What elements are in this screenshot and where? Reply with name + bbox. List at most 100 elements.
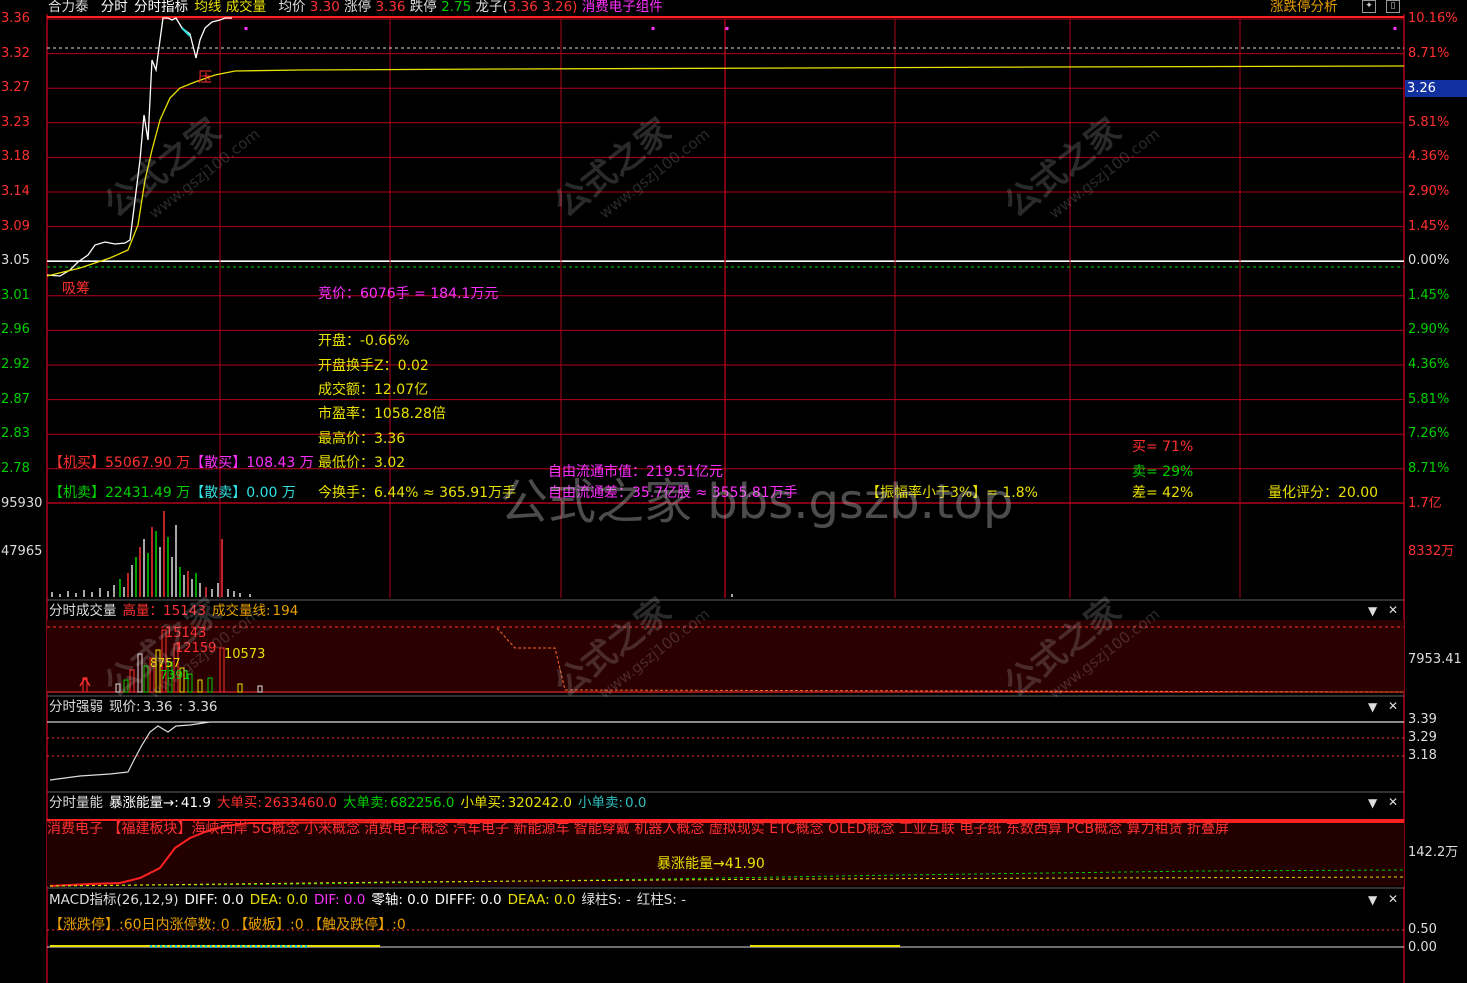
pin-icon[interactable]: ✦ <box>1362 0 1376 13</box>
macd-bar <box>260 945 262 948</box>
tab-indicator[interactable]: 分时指标 <box>134 0 188 15</box>
energy-dropdown-icon[interactable]: ▼ <box>1368 796 1377 810</box>
price-tick: 3.32 <box>1 45 30 61</box>
energy-bigsell-value: 682256.0 <box>390 795 455 811</box>
strength-close-icon[interactable]: ✕ <box>1388 699 1398 713</box>
signal-dot <box>244 27 248 30</box>
price-tick: 3.09 <box>1 218 30 234</box>
sector-name[interactable]: 消费电子组件 <box>582 0 663 15</box>
inst-buy-row: 【机买】55067.90 万【散买】108.43 万 <box>49 455 314 471</box>
energy-smallsell-value: 0.0 <box>625 795 647 811</box>
quant-score: 量化评分：20.00 <box>1268 485 1379 501</box>
turnover-info: 今换手：6.44% ≈ 365.91万手 <box>318 485 517 501</box>
retail-buy-label: 【散买】 <box>190 455 247 471</box>
strength-dropdown-icon[interactable]: ▼ <box>1368 700 1377 714</box>
energy-close-icon[interactable]: ✕ <box>1388 795 1398 809</box>
auction-info: 竞价：6076手 = 184.1万元 <box>318 286 499 302</box>
fsvol-title[interactable]: 分时成交量 <box>49 603 117 619</box>
limit-down-label: 跌停 <box>409 0 437 15</box>
energy-title[interactable]: 分时量能 <box>49 795 103 811</box>
percent-tick: 8.71% <box>1408 45 1450 61</box>
vol-axis-mid: 47965 <box>1 544 43 559</box>
macd-bar <box>305 945 307 948</box>
macd-bar <box>215 945 217 948</box>
price-tick: 2.87 <box>1 391 30 407</box>
percent-tick: 5.81% <box>1408 391 1450 407</box>
dragon-v2: 3.26) <box>542 0 578 15</box>
strength-price-value2: : 3.36 <box>178 699 218 715</box>
pe-info: 市盈率：1058.28倍 <box>318 406 446 422</box>
macd-title[interactable]: MACD指标(26,12,9) <box>49 892 179 908</box>
macd-bar <box>175 945 177 948</box>
stock-name[interactable]: 合力泰 <box>48 0 89 15</box>
macd-bar <box>200 945 202 948</box>
fsvol-close-icon[interactable]: ✕ <box>1388 603 1398 617</box>
strength-axis-1: 3.39 <box>1408 712 1437 727</box>
macd-close-icon[interactable]: ✕ <box>1388 892 1398 906</box>
strength-line <box>49 721 1404 781</box>
sell-pct: 卖= 29% <box>1132 464 1194 480</box>
signal-dot <box>725 27 729 30</box>
energy-smallbuy-label: 小单买: <box>460 795 506 811</box>
price-tick: 2.96 <box>1 322 30 338</box>
fsvol-dropdown-icon[interactable]: ▼ <box>1368 604 1377 618</box>
energy-surge-label: 暴涨能量→: <box>109 795 179 811</box>
dragon-v1: 3.36 <box>507 0 538 15</box>
panel-energy-title: 分时量能 暴涨能量→: 41.9 大单买: 2633460.0 大单卖: 682256.0 小… <box>49 795 653 811</box>
strength-title[interactable]: 分时强弱 <box>49 699 103 715</box>
fsvol-tag-3: 10573 <box>224 647 266 662</box>
avg-label: 均价 <box>278 0 306 15</box>
macd-dea: DEA: 0.0 <box>249 892 308 908</box>
macd-diff2: DIFFF: 0.0 <box>434 892 502 908</box>
tab-time[interactable]: 分时 <box>101 0 128 15</box>
inst-sell-row: 【机卖】22431.49 万【散卖】0.00 万 <box>49 485 296 501</box>
fsvol-right-value: 7953.41 <box>1408 652 1462 667</box>
macd-bar <box>255 945 257 948</box>
concept-list: 消费电子 【福建板块】海峡西岸 5G概念 小米概念 消费电子概念 汽车电子 新能… <box>47 821 1230 837</box>
macd-bar <box>235 945 237 948</box>
center-watermark: 公式之家 bbs.gszb.top <box>500 474 1014 530</box>
indicator-avg-line[interactable]: 均线 <box>194 0 221 15</box>
macd-bar <box>220 945 222 948</box>
indicator-volume[interactable]: 成交量 <box>226 0 267 15</box>
macd-bar <box>205 945 207 948</box>
macd-bar <box>285 945 287 948</box>
macd-dif: DIF: 0.0 <box>313 892 366 908</box>
price-tick: 3.05 <box>1 253 30 269</box>
price-tick: 2.83 <box>1 426 30 442</box>
inst-buy-value: 55067.90 万 <box>105 455 191 471</box>
vol-axis-right-top: 1.7亿 <box>1408 496 1442 511</box>
high-info: 最高价：3.36 <box>318 431 406 447</box>
price-tick: 2.92 <box>1 357 30 372</box>
limit-analysis-link[interactable]: 涨跌停分析 <box>1270 0 1338 15</box>
percent-tick: 2.90% <box>1408 322 1450 338</box>
energy-bigbuy-value: 2633460.0 <box>264 795 338 811</box>
absorb-mark: 吸筹 <box>62 281 90 297</box>
open-info: 开盘：-0.66% <box>318 333 410 349</box>
macd-bar <box>230 945 232 948</box>
header-bar: 合力泰 分时 分时指标 均线 成交量 均价 3.30 涨停 3.36 跌停 2.… <box>48 0 663 15</box>
macd-bar <box>300 945 302 948</box>
macd-zero: 零轴: 0.0 <box>371 892 429 908</box>
macd-bar <box>245 945 247 948</box>
avg-value: 3.30 <box>309 0 340 15</box>
macd-dropdown-icon[interactable]: ▼ <box>1368 893 1377 907</box>
macd-bar <box>280 945 282 948</box>
open-turnover-info: 开盘换手Z：0.02 <box>318 358 429 374</box>
vol-axis-top: 95930 <box>1 496 43 511</box>
price-tick: 3.01 <box>1 287 30 303</box>
dragon-label: 龙子( <box>475 0 508 15</box>
retail-buy-value: 108.43 万 <box>246 455 314 471</box>
percent-tick: 4.36% <box>1408 149 1450 165</box>
low-info: 最低价：3.02 <box>318 455 406 471</box>
macd-deaa: DEAA: 0.0 <box>507 892 576 908</box>
price-tick: 3.23 <box>1 114 30 130</box>
window-icon[interactable]: ▯ <box>1386 0 1400 13</box>
macd-bar <box>190 945 192 948</box>
strength-axis-3: 3.18 <box>1408 748 1437 763</box>
energy-surge-value: 41.9 <box>180 795 211 811</box>
macd-red: 红柱S: - <box>636 892 686 908</box>
inst-sell-label: 【机卖】 <box>49 485 105 501</box>
retail-sell-value: 0.00 万 <box>246 485 296 501</box>
price-line-cyan <box>181 27 191 37</box>
